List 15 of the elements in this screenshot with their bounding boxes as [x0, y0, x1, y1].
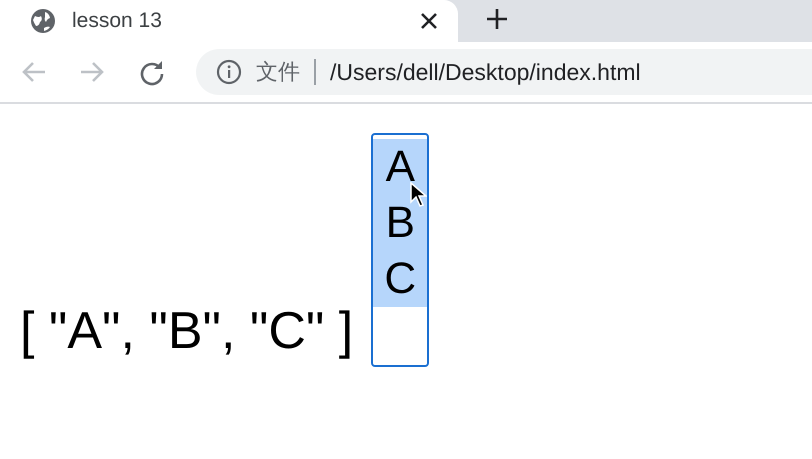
cursor-icon: [409, 182, 428, 208]
browser-tab[interactable]: lesson 13: [0, 0, 458, 42]
tab-title: lesson 13: [72, 9, 163, 33]
listbox[interactable]: A B C: [371, 133, 430, 367]
listbox-option[interactable]: C: [373, 251, 428, 307]
globe-icon: [30, 8, 56, 34]
listbox-option[interactable]: A: [373, 139, 428, 195]
info-icon[interactable]: [216, 59, 242, 85]
security-label: 文件: [256, 58, 300, 86]
array-output: [ "A", "B", "C" ]: [20, 305, 354, 357]
address-bar[interactable]: 文件 /Users/dell/Desktop/index.html: [196, 49, 812, 95]
close-icon[interactable]: [420, 12, 438, 30]
url-text: /Users/dell/Desktop/index.html: [330, 58, 641, 86]
listbox-option[interactable]: B: [373, 195, 428, 251]
new-tab-icon[interactable]: [486, 8, 508, 30]
